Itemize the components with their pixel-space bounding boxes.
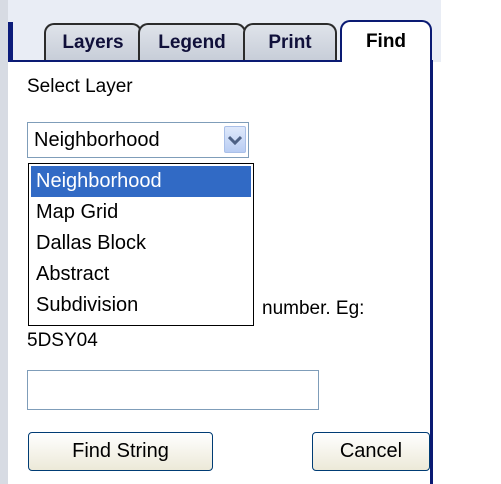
layer-dropdown-list: Neighborhood Map Grid Dallas Block Abstr… (28, 163, 254, 326)
find-string-button[interactable]: Find String (28, 432, 213, 471)
tab-print-label: Print (268, 32, 312, 53)
right-frame-edge (441, 0, 501, 484)
tab-find-label: Find (365, 31, 407, 52)
layer-select-value: Neighborhood (34, 129, 160, 151)
option-map-grid[interactable]: Map Grid (31, 197, 251, 228)
tab-print[interactable]: Print (243, 23, 337, 61)
tab-legend-label: Legend (158, 32, 226, 53)
instruction-example: 5DSY04 (27, 330, 98, 351)
active-tab-joint (342, 58, 430, 64)
option-dallas-block[interactable]: Dallas Block (31, 228, 251, 259)
tab-layers-label: Layers (62, 32, 124, 53)
option-neighborhood[interactable]: Neighborhood (31, 166, 251, 197)
option-abstract[interactable]: Abstract (31, 259, 251, 290)
chevron-down-icon (228, 135, 242, 145)
select-layer-label: Select Layer (27, 76, 133, 97)
dropdown-button[interactable] (224, 126, 246, 153)
tab-find[interactable]: Find (340, 20, 432, 62)
tab-layers[interactable]: Layers (44, 23, 142, 61)
cancel-button-label: Cancel (339, 440, 403, 462)
cancel-button[interactable]: Cancel (312, 432, 430, 471)
layer-select[interactable]: Neighborhood (27, 122, 249, 158)
panel-right-border (430, 60, 433, 484)
option-subdivision[interactable]: Subdivision (31, 290, 251, 321)
left-frame-accent (8, 22, 13, 62)
search-input[interactable] (27, 370, 319, 410)
find-string-button-label: Find String (72, 440, 169, 462)
tab-legend[interactable]: Legend (138, 23, 246, 61)
instruction-text-tail: number. Eg: (262, 298, 365, 319)
left-frame-edge (0, 0, 8, 484)
